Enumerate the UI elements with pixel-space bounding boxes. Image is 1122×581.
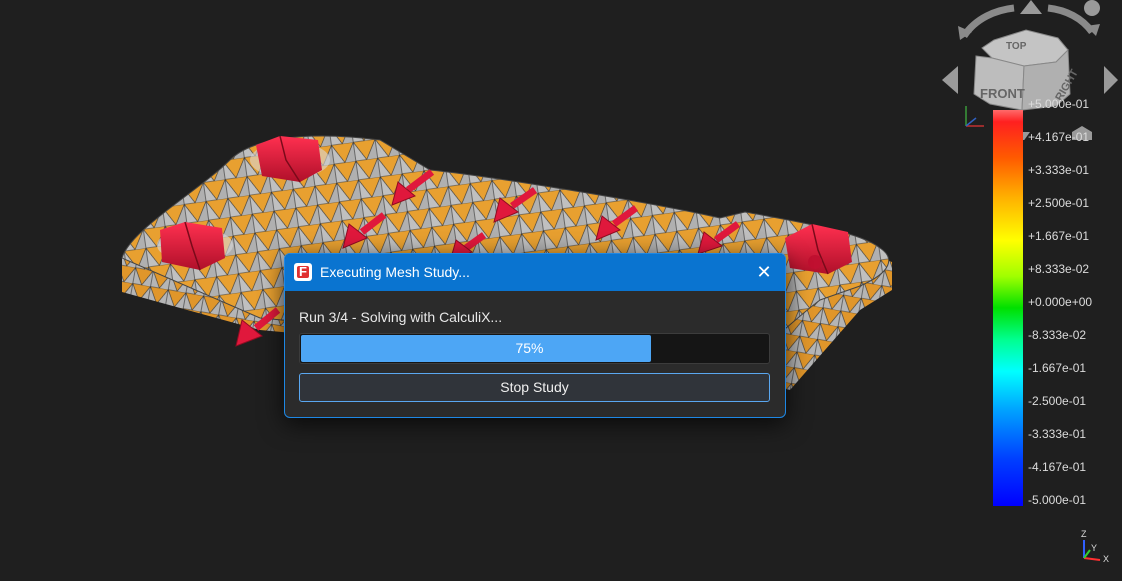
axis-indicator: Z Y X xyxy=(1081,529,1109,564)
color-scale-label: +5.000e-01 xyxy=(1028,97,1090,111)
color-scale-label: -2.500e-01 xyxy=(1028,394,1087,408)
color-scale-label: -8.333e-02 xyxy=(1028,328,1087,342)
axis-z-label: Z xyxy=(1081,529,1087,539)
close-icon[interactable]: ✕ xyxy=(751,259,777,285)
nav-right-arrow-icon[interactable] xyxy=(1104,66,1118,94)
progress-percent-label: 75% xyxy=(515,340,544,356)
color-scale-label: +4.167e-01 xyxy=(1028,130,1090,144)
cube-face-top[interactable]: TOP xyxy=(1006,41,1027,52)
mesh-study-progress-dialog: F Executing Mesh Study... ✕ Run 3/4 - So… xyxy=(284,253,786,418)
result-color-scale xyxy=(993,110,1023,506)
color-scale-label: +2.500e-01 xyxy=(1028,196,1090,210)
cube-face-front[interactable]: FRONT xyxy=(980,86,1025,101)
progress-bar: 75% xyxy=(299,333,770,364)
dialog-title: Executing Mesh Study... xyxy=(320,264,470,280)
color-scale-label: -1.667e-01 xyxy=(1028,361,1087,375)
freecad-app-icon: F xyxy=(294,263,312,281)
stop-study-button[interactable]: Stop Study xyxy=(299,373,770,402)
color-scale-label: -4.167e-01 xyxy=(1028,460,1087,474)
color-scale-labels: +5.000e-01 +4.167e-01 +3.333e-01 +2.500e-01… xyxy=(1028,97,1122,517)
axis-y-label: Y xyxy=(1091,543,1097,553)
color-scale-label: +1.667e-01 xyxy=(1028,229,1090,243)
color-scale-label: +8.333e-02 xyxy=(1028,262,1090,276)
view-menu-icon[interactable] xyxy=(1084,0,1100,16)
nav-up-arrow-icon[interactable] xyxy=(1020,0,1042,14)
color-scale-label: +3.333e-01 xyxy=(1028,163,1090,177)
run-status-text: Run 3/4 - Solving with CalculiX... xyxy=(299,309,503,325)
nav-left-arrow-icon[interactable] xyxy=(942,66,958,94)
color-scale-label: +0.000e+00 xyxy=(1028,295,1093,309)
3d-viewport[interactable]: TOP FRONT RIGHT +5.000e-01 +4.167e-01 +3.3… xyxy=(0,0,1122,581)
color-scale-label: -5.000e-01 xyxy=(1028,493,1087,507)
axis-x-label: X xyxy=(1103,554,1109,564)
color-scale-label: -3.333e-01 xyxy=(1028,427,1087,441)
dialog-titlebar[interactable]: F Executing Mesh Study... ✕ xyxy=(285,254,785,291)
